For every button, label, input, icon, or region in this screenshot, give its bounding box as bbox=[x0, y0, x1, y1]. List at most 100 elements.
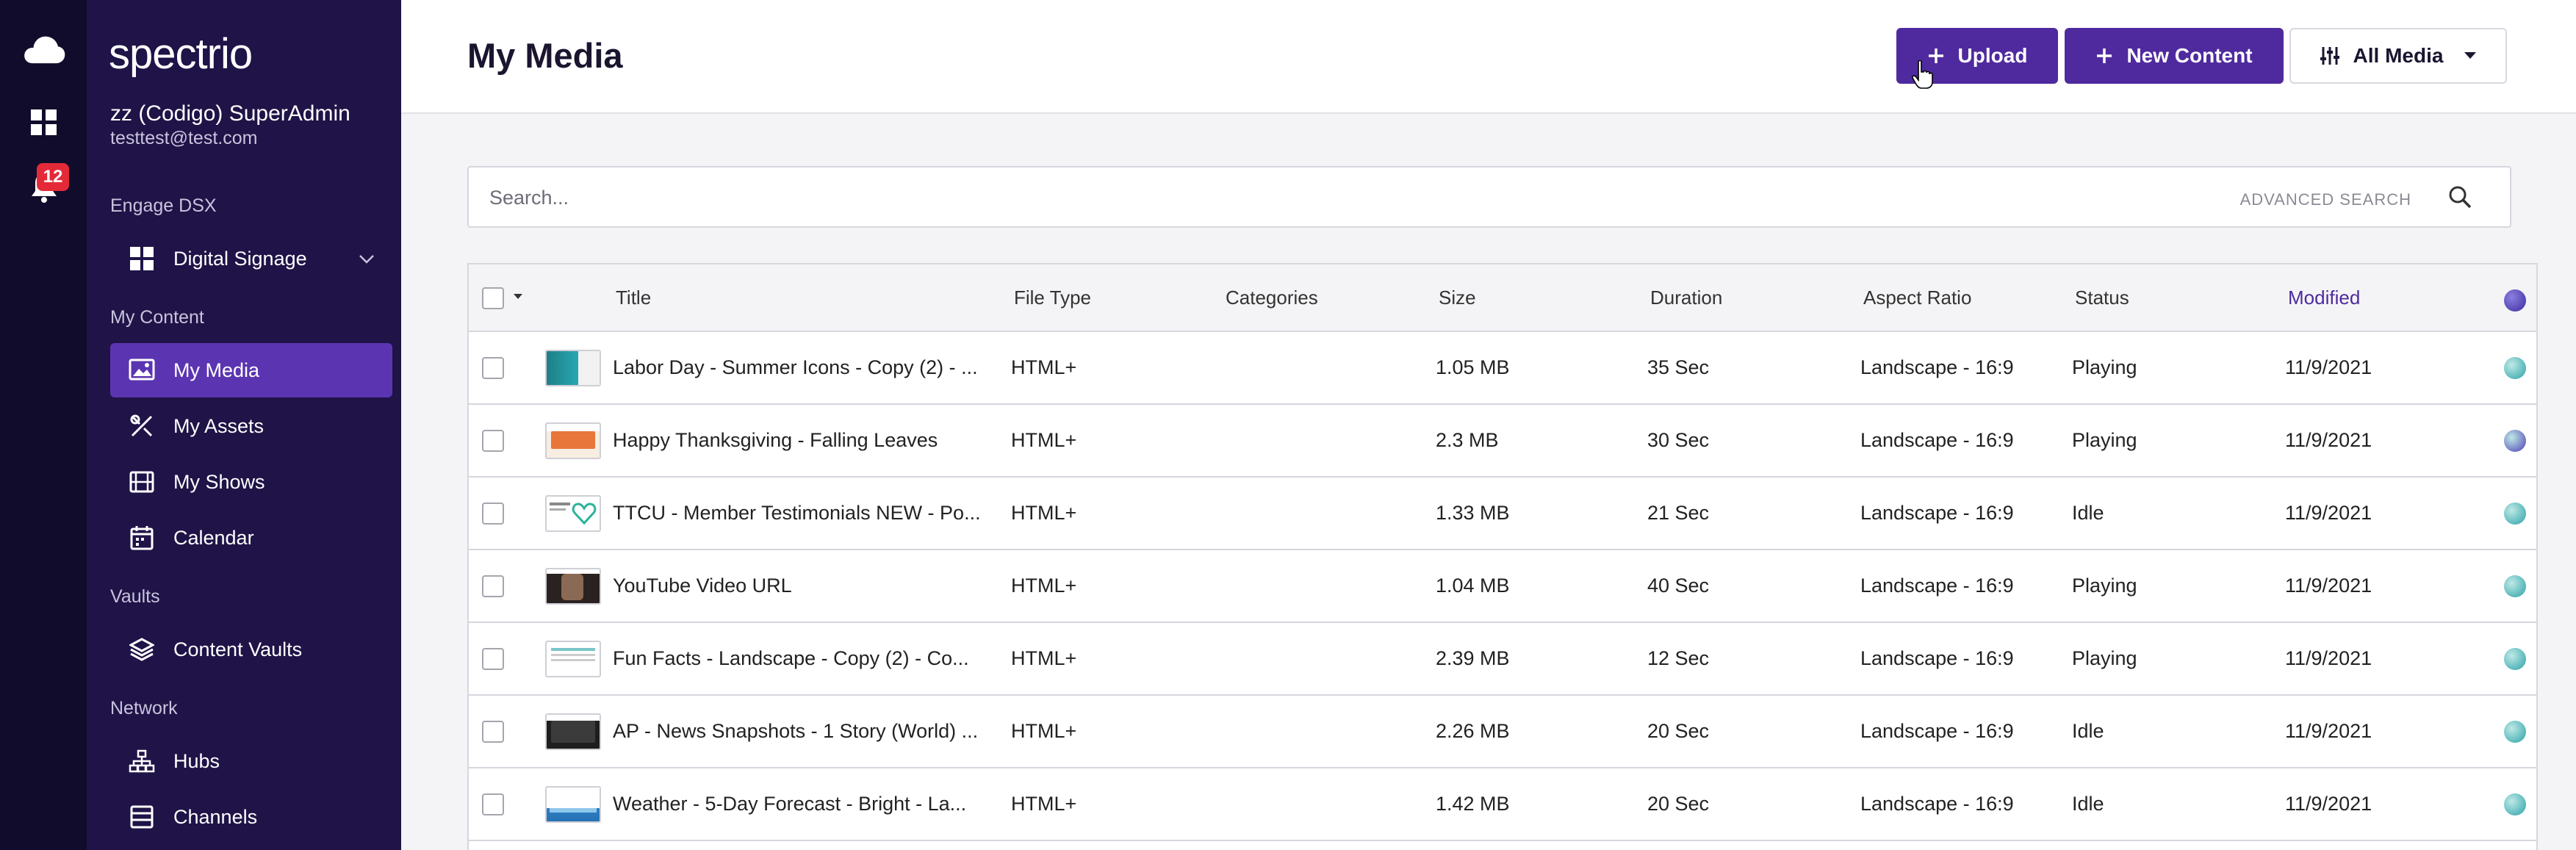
cloud-icon[interactable] bbox=[22, 31, 66, 68]
cell-size: 1.05 MB bbox=[1436, 356, 1510, 378]
sidebar-item-hubs[interactable]: Hubs bbox=[110, 734, 392, 788]
cell-file-type: HTML+ bbox=[1011, 575, 1077, 597]
table-row[interactable]: AP - News Snapshots - 1 Story (World) ..… bbox=[469, 696, 2536, 768]
globe-icon[interactable] bbox=[2504, 503, 2526, 525]
column-status[interactable]: Status bbox=[2075, 287, 2129, 309]
cell-aspect-ratio: Landscape - 16:9 bbox=[1860, 356, 2014, 378]
sidebar-item-calendar[interactable]: Calendar bbox=[110, 511, 392, 565]
globe-icon[interactable] bbox=[2504, 648, 2526, 670]
row-checkbox[interactable] bbox=[482, 793, 504, 815]
caret-down-icon[interactable] bbox=[513, 291, 523, 304]
table-row[interactable]: TTCU - Member Testimonials NEW - Po... HT… bbox=[469, 478, 2536, 550]
cell-file-type: HTML+ bbox=[1011, 356, 1077, 378]
new-content-button[interactable]: New Content bbox=[2065, 28, 2284, 84]
cell-modified: 11/9/2021 bbox=[2285, 502, 2372, 524]
sidebar: spectrio zz (Codigo) SuperAdmin testtest… bbox=[87, 0, 401, 850]
column-modified[interactable]: Modified bbox=[2288, 287, 2360, 309]
column-title[interactable]: Title bbox=[616, 287, 651, 309]
all-media-filter-button[interactable]: All Media bbox=[2289, 28, 2507, 84]
cell-aspect-ratio: Landscape - 16:9 bbox=[1860, 575, 2014, 597]
cell-title[interactable]: AP - News Snapshots - 1 Story (World) ..… bbox=[613, 720, 978, 743]
chevron-down-icon[interactable] bbox=[357, 249, 376, 273]
row-checkbox[interactable] bbox=[482, 503, 504, 525]
row-checkbox[interactable] bbox=[482, 357, 504, 379]
sliders-icon bbox=[2320, 46, 2340, 66]
cell-aspect-ratio: Landscape - 16:9 bbox=[1860, 429, 2014, 451]
cell-size: 1.33 MB bbox=[1436, 502, 1510, 524]
cell-title[interactable]: Happy Thanksgiving - Falling Leaves bbox=[613, 429, 938, 452]
new-content-label: New Content bbox=[2126, 44, 2253, 67]
dashboard-icon[interactable] bbox=[22, 109, 66, 137]
globe-icon[interactable] bbox=[2504, 721, 2526, 743]
cell-aspect-ratio: Landscape - 16:9 bbox=[1860, 793, 2014, 815]
select-all-checkbox[interactable] bbox=[482, 287, 504, 309]
plus-icon bbox=[2095, 47, 2113, 65]
search-input[interactable]: Search... bbox=[489, 187, 569, 209]
cell-file-type: HTML+ bbox=[1011, 720, 1077, 742]
globe-icon[interactable] bbox=[2504, 357, 2526, 379]
sidebar-item-label: Content Vaults bbox=[173, 638, 303, 660]
media-thumbnail[interactable] bbox=[545, 350, 601, 386]
column-aspect-ratio[interactable]: Aspect Ratio bbox=[1863, 287, 1971, 309]
media-thumbnail[interactable] bbox=[545, 786, 601, 823]
table-row[interactable]: YouTube Video URL HTML+ 1.04 MB 40 Sec Lands… bbox=[469, 550, 2536, 623]
upload-label: Upload bbox=[1957, 44, 2028, 67]
sidebar-item-digital-signage[interactable]: Digital Signage bbox=[110, 231, 392, 286]
cell-status: Idle bbox=[2072, 793, 2104, 815]
globe-icon[interactable] bbox=[2504, 793, 2526, 815]
row-checkbox[interactable] bbox=[482, 721, 504, 743]
globe-icon[interactable] bbox=[2504, 575, 2526, 597]
globe-icon[interactable] bbox=[2504, 289, 2526, 311]
brand-logo[interactable]: spectrio bbox=[109, 29, 253, 79]
cell-title[interactable]: Weather - 5-Day Forecast - Bright - La..… bbox=[613, 793, 966, 815]
row-checkbox[interactable] bbox=[482, 648, 504, 670]
table-row[interactable]: Happy Thanksgiving - Falling Leaves HTML+… bbox=[469, 405, 2536, 478]
table-row[interactable]: Fun Facts - Landscape - Copy (2) - Co...… bbox=[469, 623, 2536, 696]
row-checkbox[interactable] bbox=[482, 430, 504, 452]
app-rail: 12 bbox=[0, 0, 87, 850]
cell-title[interactable]: Labor Day - Summer Icons - Copy (2) - ..… bbox=[613, 356, 978, 379]
assets-icon bbox=[128, 412, 156, 440]
globe-icon[interactable] bbox=[2504, 430, 2526, 452]
notification-badge: 12 bbox=[37, 163, 69, 191]
sidebar-item-channels[interactable]: Channels bbox=[110, 790, 392, 844]
sidebar-item-my-assets[interactable]: My Assets bbox=[110, 399, 392, 453]
cell-title[interactable]: TTCU - Member Testimonials NEW - Po... bbox=[613, 502, 981, 525]
column-file-type[interactable]: File Type bbox=[1014, 287, 1091, 309]
media-thumbnail[interactable] bbox=[545, 713, 601, 750]
cell-status: Idle bbox=[2072, 502, 2104, 524]
cell-status: Idle bbox=[2072, 720, 2104, 742]
cell-size: 2.3 MB bbox=[1436, 429, 1499, 451]
cell-duration: 12 Sec bbox=[1647, 647, 1710, 669]
sidebar-item-my-shows[interactable]: My Shows bbox=[110, 455, 392, 509]
media-thumbnail[interactable] bbox=[545, 422, 601, 459]
sidebar-item-my-media[interactable]: My Media bbox=[110, 343, 392, 397]
media-thumbnail[interactable] bbox=[545, 641, 601, 677]
cell-file-type: HTML+ bbox=[1011, 429, 1077, 451]
cell-duration: 20 Sec bbox=[1647, 793, 1710, 815]
cell-title[interactable]: Fun Facts - Landscape - Copy (2) - Co... bbox=[613, 647, 969, 670]
layers-icon bbox=[128, 635, 156, 663]
cell-size: 2.26 MB bbox=[1436, 720, 1510, 742]
table-row[interactable]: Weather - 5-Day Forecast - Bright - La..… bbox=[469, 768, 2536, 841]
cell-modified: 11/9/2021 bbox=[2285, 356, 2372, 378]
search-icon[interactable] bbox=[2447, 184, 2473, 214]
cell-modified: 11/9/2021 bbox=[2285, 647, 2372, 669]
table-row[interactable]: Labor Day - Summer Icons - Copy (2) - ..… bbox=[469, 332, 2536, 405]
cell-aspect-ratio: Landscape - 16:9 bbox=[1860, 720, 2014, 742]
user-name: zz (Codigo) SuperAdmin bbox=[110, 101, 350, 126]
column-size[interactable]: Size bbox=[1439, 287, 1476, 309]
media-thumbnail[interactable] bbox=[545, 495, 601, 532]
sidebar-item-label: Channels bbox=[173, 805, 258, 828]
user-email: testtest@test.com bbox=[110, 128, 258, 148]
column-categories[interactable]: Categories bbox=[1226, 287, 1318, 309]
search-bar[interactable]: Search... ADVANCED SEARCH bbox=[467, 166, 2511, 228]
row-checkbox[interactable] bbox=[482, 575, 504, 597]
column-duration[interactable]: Duration bbox=[1650, 287, 1722, 309]
cell-duration: 20 Sec bbox=[1647, 720, 1710, 742]
sidebar-item-content-vaults[interactable]: Content Vaults bbox=[110, 622, 392, 677]
cell-title[interactable]: YouTube Video URL bbox=[613, 575, 792, 597]
advanced-search-link[interactable]: ADVANCED SEARCH bbox=[2240, 190, 2411, 209]
channels-icon bbox=[128, 803, 156, 831]
media-thumbnail[interactable] bbox=[545, 568, 601, 605]
